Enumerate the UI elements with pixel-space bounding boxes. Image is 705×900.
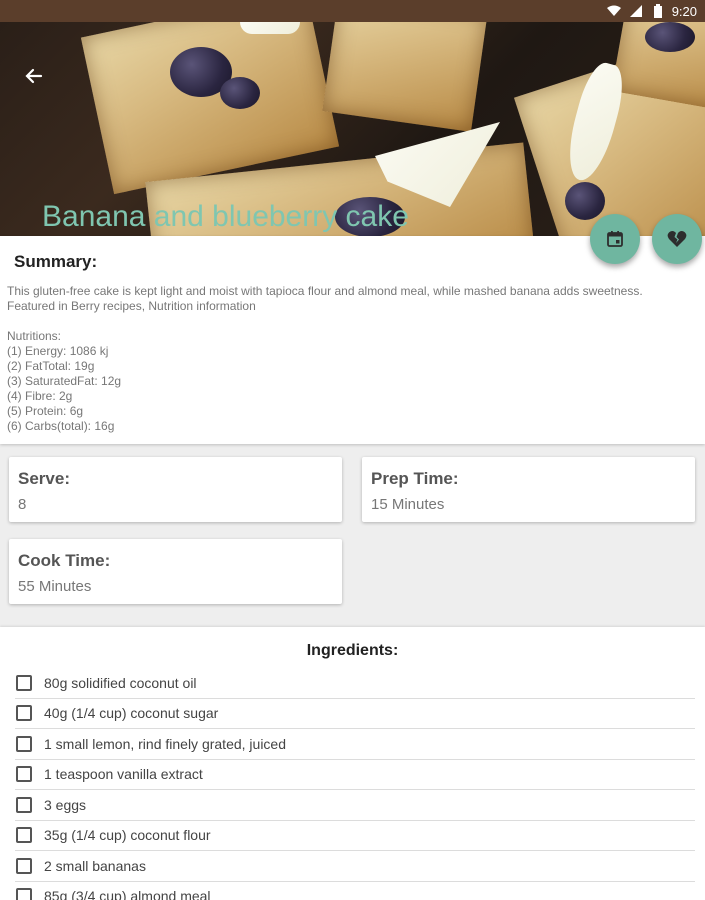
nutrition-item: (6) Carbs(total): 16g: [7, 419, 115, 433]
arrow-left-icon: [25, 68, 43, 84]
nutrition-item: (3) SaturatedFat: 12g: [7, 374, 122, 388]
prep-time-label: Prep Time:: [371, 469, 459, 488]
serve-value: 8: [18, 496, 27, 513]
nutrition-item: (5) Protein: 6g: [7, 404, 84, 418]
summary-text: This gluten-free cake is kept light and …: [7, 284, 643, 313]
ingredient-row[interactable]: 1 small lemon, rind finely grated, juice…: [15, 729, 695, 760]
ingredient-text: 1 small lemon, rind finely grated, juice…: [44, 735, 287, 752]
nutrition-item: (1) Energy: 1086 kj: [7, 344, 109, 358]
ingredient-text: 85g (3/4 cup) almond meal: [44, 888, 211, 900]
ingredient-checkbox[interactable]: [16, 796, 32, 813]
ingredient-text: 1 teaspoon vanilla extract: [44, 766, 203, 783]
ingredient-checkbox[interactable]: [16, 766, 32, 783]
ingredients-card: Ingredients: 80g solidified coconut oil …: [0, 627, 705, 900]
nutrition-label: Nutritions:: [7, 329, 62, 343]
ingredient-row[interactable]: 2 small bananas: [15, 851, 695, 882]
nutrition-item: (2) FatTotal: 19g: [7, 359, 95, 373]
broken-heart-icon: [667, 230, 687, 247]
summary-card: Summary: This gluten-free cake is kept l…: [0, 236, 705, 444]
ingredient-row[interactable]: 3 eggs: [15, 790, 695, 821]
ingredient-row[interactable]: 1 teaspoon vanilla extract: [15, 760, 695, 790]
ingredient-text: 80g solidified coconut oil: [44, 674, 197, 691]
ingredient-checkbox[interactable]: [16, 888, 32, 900]
favorite-button[interactable]: [652, 214, 702, 264]
ingredient-checkbox[interactable]: [16, 705, 32, 722]
back-button[interactable]: [20, 62, 48, 90]
prep-time-value: 15 Minutes: [371, 496, 445, 513]
cook-time-label: Cook Time:: [18, 551, 111, 570]
ingredient-checkbox[interactable]: [16, 827, 32, 844]
cook-time-value: 55 Minutes: [18, 578, 92, 595]
ingredient-text: 2 small bananas: [44, 857, 146, 874]
summary-heading: Summary:: [14, 252, 98, 271]
serve-card: Serve: 8: [9, 457, 342, 522]
ingredient-text: 40g (1/4 cup) coconut sugar: [44, 705, 219, 722]
ingredient-checkbox[interactable]: [16, 857, 32, 874]
ingredient-text: 35g (1/4 cup) coconut flour: [44, 827, 211, 844]
ingredient-checkbox[interactable]: [16, 735, 32, 752]
ingredient-row[interactable]: 85g (3/4 cup) almond meal: [15, 882, 695, 900]
ingredient-checkbox[interactable]: [16, 674, 32, 691]
add-to-calendar-button[interactable]: [590, 214, 640, 264]
recipe-hero-image: Banana and blueberry cake: [0, 22, 705, 236]
serve-label: Serve:: [18, 469, 70, 488]
cook-time-card: Cook Time: 55 Minutes: [9, 539, 342, 604]
ingredient-row[interactable]: 80g solidified coconut oil: [15, 668, 695, 699]
ingredients-list: 80g solidified coconut oil 40g (1/4 cup)…: [0, 668, 705, 900]
prep-time-card: Prep Time: 15 Minutes: [362, 457, 695, 522]
ingredients-heading: Ingredients:: [306, 642, 399, 659]
wifi-icon: [606, 4, 622, 18]
nutrition-list: Nutritions: (1) Energy: 1086 kj (2) FatT…: [7, 329, 691, 434]
ingredient-row[interactable]: 35g (1/4 cup) coconut flour: [15, 821, 695, 851]
calendar-icon: [607, 231, 623, 247]
ingredient-text: 3 eggs: [44, 796, 87, 813]
nutrition-item: (4) Fibre: 2g: [7, 389, 73, 403]
ingredient-row[interactable]: 40g (1/4 cup) coconut sugar: [15, 699, 695, 729]
recipe-title: Banana and blueberry cake: [42, 200, 409, 233]
status-time: 9:20: [671, 3, 697, 19]
signal-icon: [628, 4, 644, 18]
status-bar: 9:20: [0, 0, 705, 22]
battery-icon: [650, 4, 666, 18]
